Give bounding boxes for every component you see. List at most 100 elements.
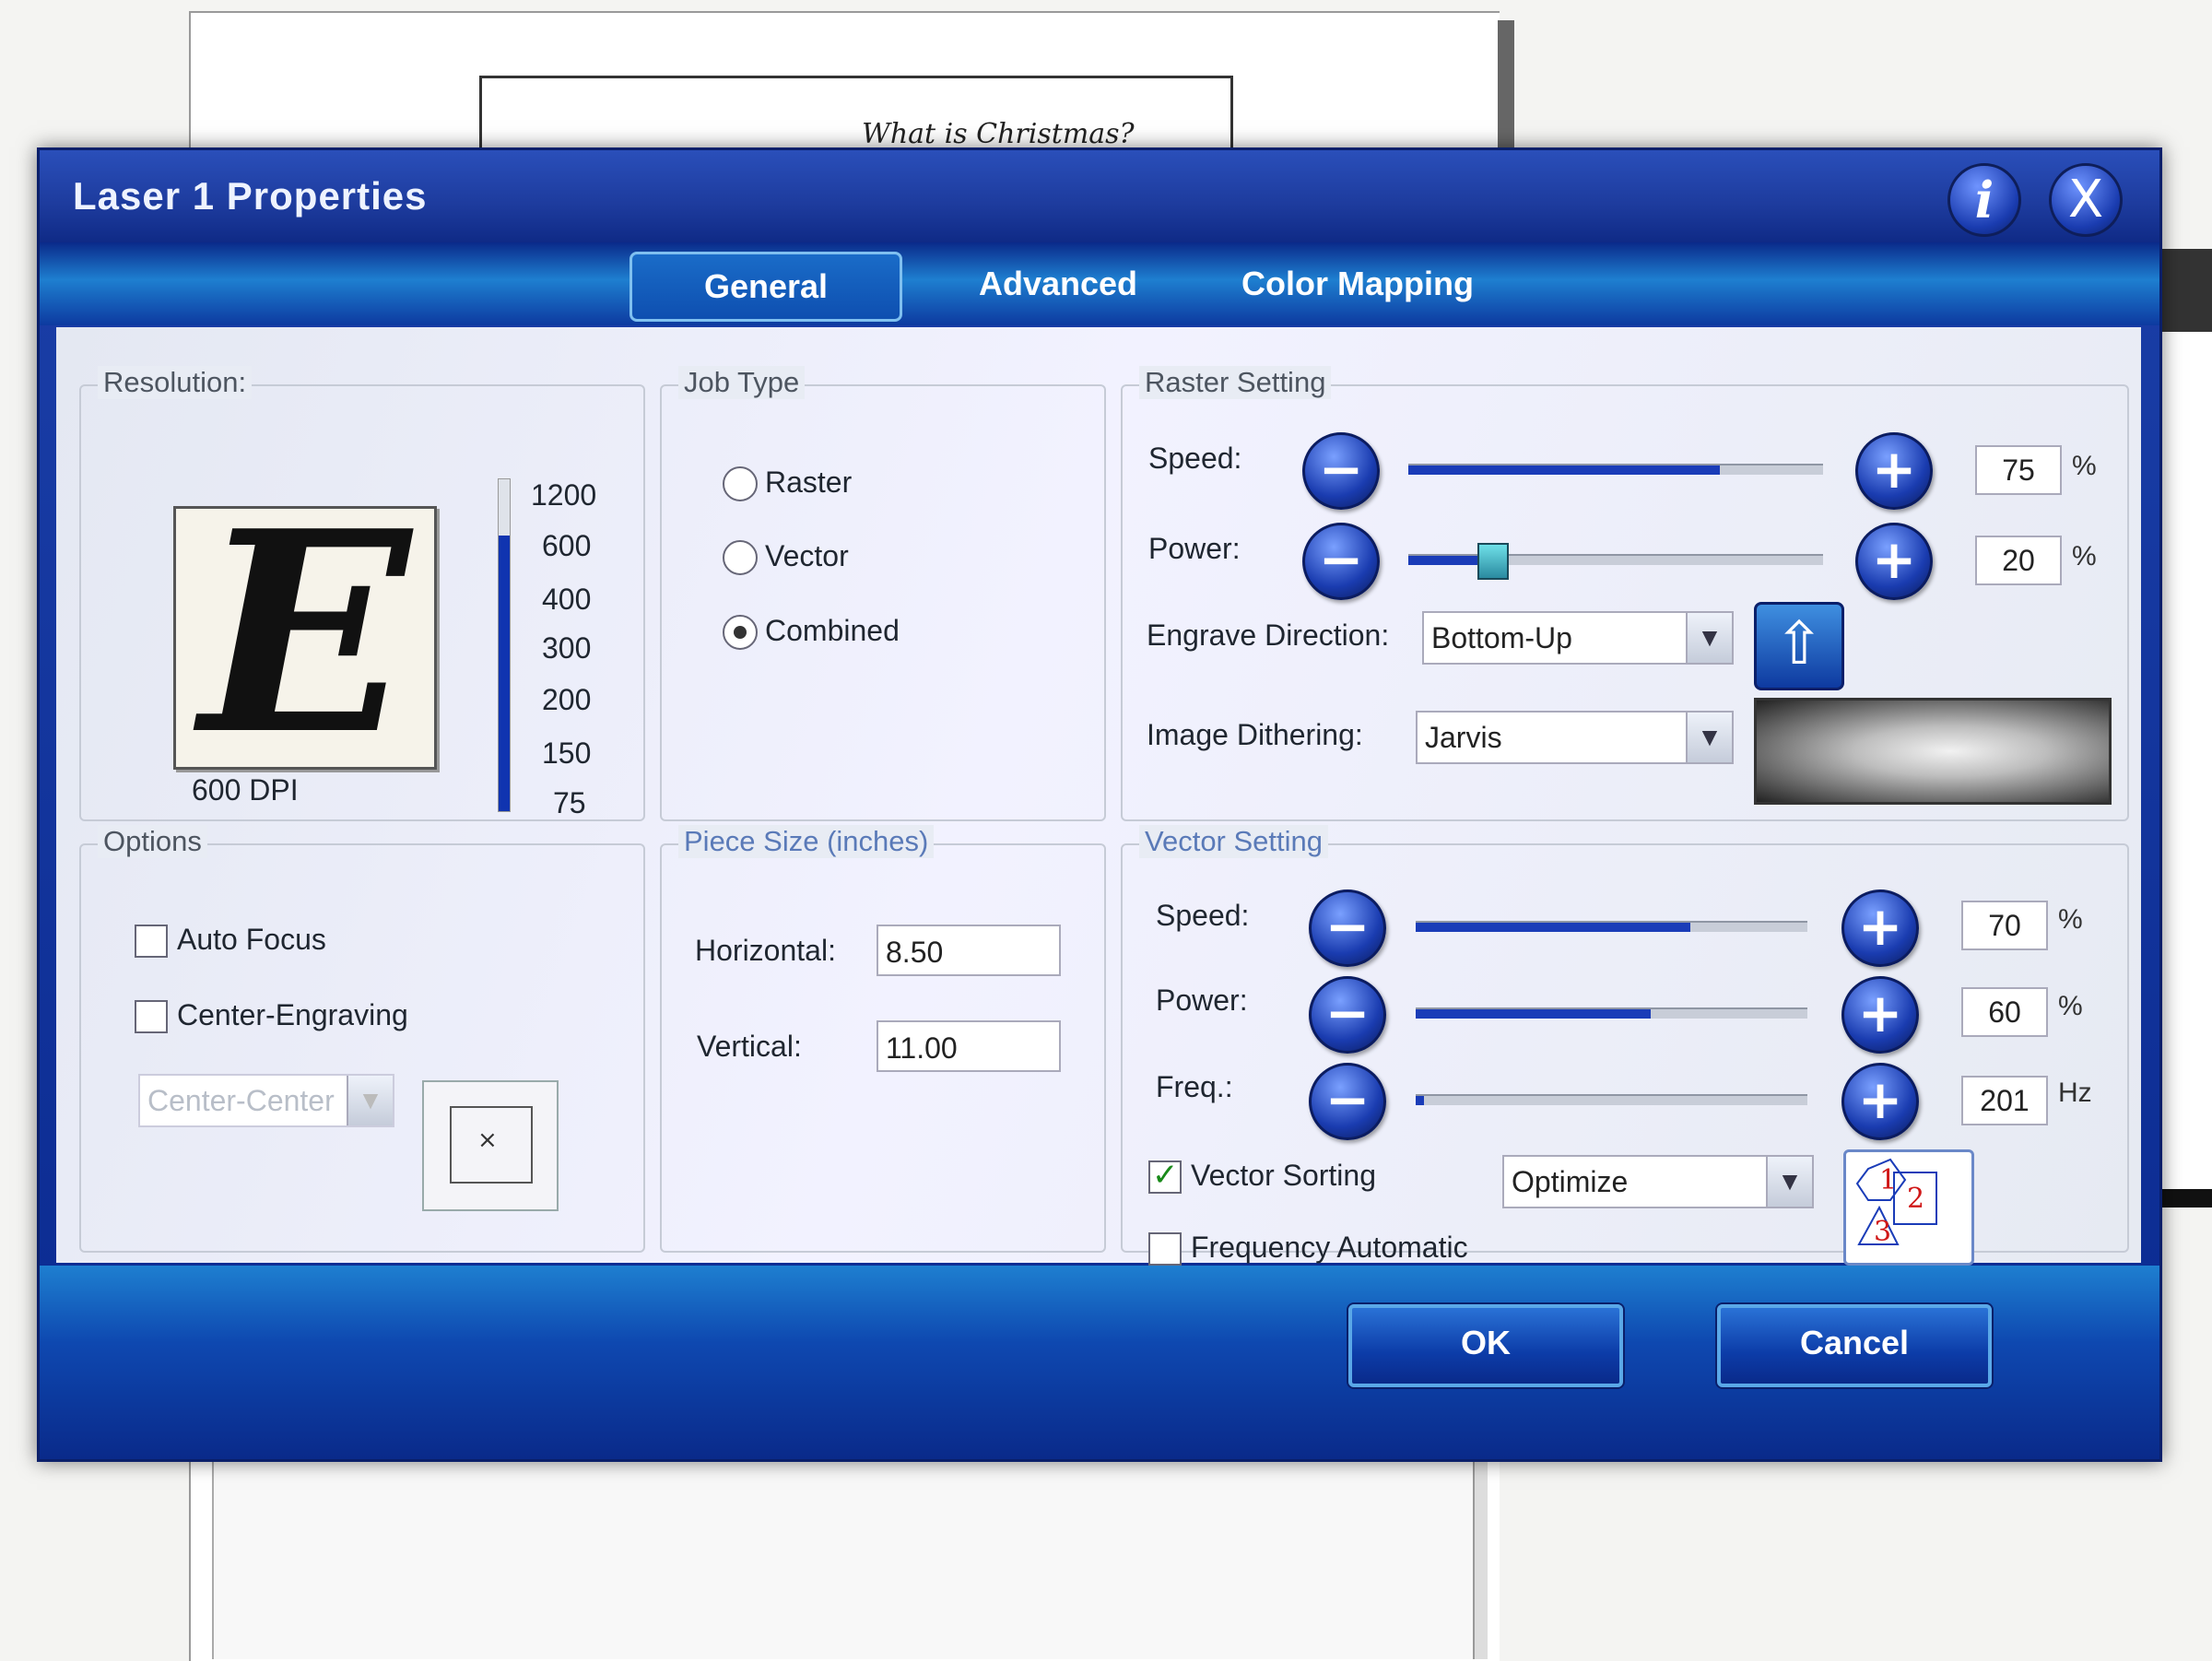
background-document-lower	[212, 1438, 1486, 1659]
radio-vector-label: Vector	[765, 539, 849, 572]
options-group: Options Auto Focus Center-Engraving Cent…	[79, 825, 645, 1253]
center-position-select[interactable]: Center-Center ▼	[138, 1074, 394, 1127]
sort-digit-3: 3	[1874, 1216, 1891, 1248]
dithering-preview	[1754, 698, 2112, 805]
raster-power-minus-button[interactable]: −	[1302, 523, 1380, 600]
raster-power-slider-thumb[interactable]	[1477, 543, 1509, 580]
cancel-button[interactable]: Cancel	[1717, 1304, 1992, 1387]
raster-speed-value[interactable]: 75	[1975, 445, 2062, 495]
vertical-input[interactable]: 11.00	[877, 1020, 1061, 1072]
resolution-slider[interactable]	[498, 478, 511, 812]
vector-freq-slider[interactable]	[1416, 1094, 1807, 1105]
center-position-grid-icon[interactable]: ×	[422, 1080, 559, 1211]
vector-speed-plus-button[interactable]: +	[1841, 889, 1919, 967]
vector-freq-label: Freq.:	[1156, 1070, 1233, 1103]
vector-power-label: Power:	[1156, 984, 1248, 1017]
vector-freq-minus-button[interactable]: −	[1309, 1063, 1386, 1140]
vector-sort-order-graphic: 1 2 3	[1855, 1158, 1937, 1248]
raster-power-slider[interactable]	[1408, 543, 1823, 580]
vertical-label: Vertical:	[697, 1030, 802, 1063]
chevron-down-icon: ▼	[347, 1076, 393, 1125]
engrave-direction-up-icon[interactable]: ⇧	[1754, 602, 1844, 690]
resolution-tick-600: 600	[542, 529, 592, 562]
info-icon[interactable]: i	[1947, 163, 2021, 237]
radio-vector[interactable]	[723, 540, 758, 575]
raster-speed-slider[interactable]	[1408, 464, 1823, 475]
vector-freq-unit: Hz	[2058, 1078, 2092, 1108]
job-type-group: Job Type Raster Vector Combined	[660, 366, 1106, 821]
raster-power-value[interactable]: 20	[1975, 536, 2062, 585]
resolution-tick-75: 75	[553, 786, 586, 819]
frequency-automatic-checkbox[interactable]	[1148, 1232, 1182, 1266]
vector-speed-value[interactable]: 70	[1961, 901, 2048, 950]
radio-raster[interactable]	[723, 466, 758, 501]
resolution-tick-300: 300	[542, 631, 592, 665]
resolution-tick-1200: 1200	[531, 478, 597, 512]
dialog-title: Laser 1 Properties	[73, 174, 428, 218]
radio-raster-label: Raster	[765, 465, 853, 499]
raster-speed-slider-fill	[1408, 465, 1720, 475]
vector-speed-label: Speed:	[1156, 899, 1250, 932]
laser-properties-dialog: Laser 1 Properties i X General Advanced …	[37, 147, 2162, 1462]
vector-freq-slider-fill	[1416, 1096, 1424, 1105]
radio-combined-label: Combined	[765, 614, 900, 647]
resolution-preview-letter: E	[199, 470, 411, 795]
vector-speed-slider[interactable]	[1416, 921, 1807, 932]
image-dithering-label: Image Dithering:	[1147, 718, 1363, 751]
center-engraving-label: Center-Engraving	[177, 998, 408, 1031]
frequency-automatic-label: Frequency Automatic	[1191, 1231, 1468, 1264]
sort-digit-2: 2	[1907, 1183, 1924, 1215]
close-icon[interactable]: X	[2049, 163, 2123, 237]
vector-speed-unit: %	[2058, 904, 2083, 935]
vector-power-unit: %	[2058, 991, 2083, 1021]
chevron-down-icon: ▼	[1766, 1157, 1812, 1207]
piece-size-group: Piece Size (inches) Horizontal: 8.50 Ver…	[660, 825, 1106, 1253]
horizontal-label: Horizontal:	[695, 934, 836, 967]
resolution-tick-200: 200	[542, 683, 592, 716]
vector-power-minus-button[interactable]: −	[1309, 976, 1386, 1054]
raster-speed-label: Speed:	[1148, 442, 1242, 475]
tab-general[interactable]: General	[629, 252, 902, 322]
sort-digit-1: 1	[1879, 1164, 1897, 1196]
tab-advanced[interactable]: Advanced	[952, 252, 1164, 316]
resolution-dpi-text: 600 DPI	[192, 773, 299, 807]
raster-power-unit: %	[2072, 541, 2097, 571]
vector-speed-minus-button[interactable]: −	[1309, 889, 1386, 967]
vector-sorting-value: Optimize	[1512, 1165, 1629, 1198]
tab-color-mapping[interactable]: Color Mapping	[1229, 252, 1487, 316]
tab-bar: General Advanced Color Mapping	[40, 242, 2159, 325]
resolution-slider-fill	[499, 536, 510, 811]
raster-speed-minus-button[interactable]: −	[1302, 432, 1380, 510]
vector-power-slider[interactable]	[1416, 1007, 1807, 1019]
vector-freq-value[interactable]: 201	[1961, 1076, 2048, 1125]
vector-setting-group-label: Vector Setting	[1139, 825, 1329, 858]
image-dithering-select[interactable]: Jarvis ▼	[1416, 711, 1734, 764]
vector-freq-plus-button[interactable]: +	[1841, 1063, 1919, 1140]
resolution-group: Resolution: E 600 DPI 1200 600 400 300 2…	[79, 366, 645, 821]
vector-sorting-select[interactable]: Optimize ▼	[1502, 1155, 1814, 1208]
vector-sort-order-icon[interactable]: 1 2 3	[1843, 1149, 1974, 1266]
horizontal-input[interactable]: 8.50	[877, 925, 1061, 976]
vector-power-value[interactable]: 60	[1961, 987, 2048, 1037]
vector-sorting-label: Vector Sorting	[1191, 1159, 1376, 1192]
raster-power-plus-button[interactable]: +	[1855, 523, 1933, 600]
raster-power-label: Power:	[1148, 532, 1241, 565]
vector-power-plus-button[interactable]: +	[1841, 976, 1919, 1054]
background-divider	[1473, 1438, 1488, 1659]
vector-power-slider-fill	[1416, 1009, 1651, 1019]
radio-combined[interactable]	[723, 615, 758, 650]
auto-focus-checkbox[interactable]	[135, 925, 168, 958]
resolution-tick-400: 400	[542, 583, 592, 616]
engrave-direction-value: Bottom-Up	[1431, 621, 1572, 654]
center-engraving-checkbox[interactable]	[135, 1000, 168, 1033]
resolution-tick-150: 150	[542, 736, 592, 770]
vector-sorting-checkbox[interactable]	[1148, 1157, 1182, 1194]
background-document-title: What is Christmas?	[862, 118, 1135, 150]
dialog-footer: OK Cancel	[40, 1266, 2159, 1459]
raster-speed-plus-button[interactable]: +	[1855, 432, 1933, 510]
auto-focus-label: Auto Focus	[177, 923, 326, 956]
ok-button[interactable]: OK	[1348, 1304, 1623, 1387]
vector-setting-group: Vector Setting Speed: − + 70 % Power: − …	[1121, 825, 2129, 1266]
title-bar: Laser 1 Properties i X	[40, 150, 2159, 242]
engrave-direction-select[interactable]: Bottom-Up ▼	[1422, 611, 1734, 665]
